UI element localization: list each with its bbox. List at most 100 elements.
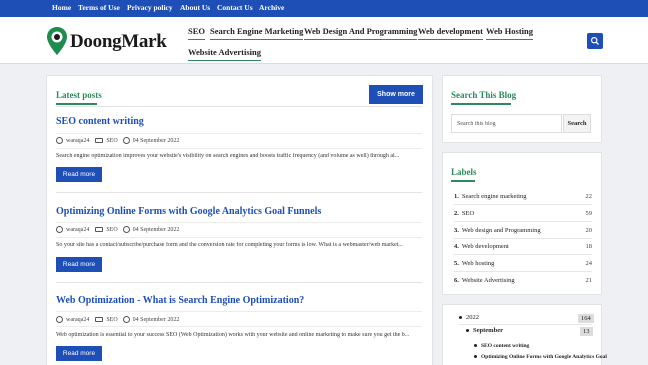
archive-year[interactable]: 2022 [459,314,479,321]
top-nav-contact[interactable]: Contact Us [217,3,253,12]
clock-icon [122,137,130,144]
label-number: 6. [454,277,459,284]
blog-search-input[interactable] [451,114,562,133]
label-divider [454,221,592,222]
post-meta-2: waraqa24 SEO 04 September 2022 [56,226,179,233]
label-number: 1. [454,193,459,200]
label-count: 24 [585,260,593,267]
label-item[interactable]: 6. Website Advertising 21 [454,277,592,284]
post-meta-line [56,133,422,134]
map-pin-icon [47,27,67,55]
label-number: 3. [454,227,459,234]
labels-underline [451,180,475,182]
label-item[interactable]: 5. Web hosting 24 [454,260,592,267]
post-meta-line [56,311,422,312]
top-nav-about[interactable]: About Us [180,3,210,12]
post-divider [56,192,422,193]
archive-month[interactable]: September [466,327,503,334]
label-item[interactable]: 1. Search engine marketing 22 [454,193,592,200]
label-count: 22 [585,193,593,200]
label-item[interactable]: 4. Web development 18 [454,243,592,250]
label-divider [454,238,592,239]
post-date: 04 September 2022 [132,316,180,323]
post-snippet-2: So your site has a contact/subscribe/pur… [56,242,403,248]
post-date: 04 September 2022 [132,137,180,144]
top-nav-bar: Home Terms of Use Privacy policy About U… [0,0,648,17]
label-number: 5. [454,260,459,267]
label-number: 4. [454,243,459,250]
top-nav-home[interactable]: Home [52,3,71,12]
clock-icon [122,226,130,233]
post-title-1[interactable]: SEO content writing [56,116,144,127]
top-nav-archive[interactable]: Archive [259,3,284,12]
post-title-2[interactable]: Optimizing Online Forms with Google Anal… [56,206,321,217]
heading-divider [56,106,422,107]
site-header: DoongMark SEO Search Engine Marketing We… [0,17,648,64]
post-author[interactable]: waraqa24 [66,138,89,144]
show-more-button[interactable]: Show more [369,85,423,104]
clock-icon [122,316,130,323]
archive-year-label[interactable]: 2022 [466,314,479,321]
tag-icon [95,317,104,322]
label-count: 21 [585,277,593,284]
blog-search-button[interactable]: Search [563,114,591,133]
post-author[interactable]: waraqa24 [66,317,89,323]
label-name[interactable]: SEO [462,210,474,217]
bullet-icon [474,344,477,348]
nav-web-development[interactable]: Web development [418,26,483,40]
nav-seo[interactable]: SEO [188,26,206,40]
archive-divider [459,324,592,325]
nav-web-design[interactable]: Web Design And Programming [304,26,418,40]
post-label[interactable]: SEO [106,138,117,144]
post-author[interactable]: waraqa24 [66,227,89,233]
label-divider [454,204,592,205]
user-icon [56,226,63,233]
bullet-icon [459,316,462,320]
post-snippet-1: Search engine optimization improves your… [56,153,400,159]
labels-heading: Labels [451,167,477,177]
post-date: 04 September 2022 [132,226,180,233]
label-name[interactable]: Web hosting [462,260,495,267]
post-snippet-3: Web optimization is essential to your su… [56,332,410,338]
header-search-button[interactable] [587,33,603,49]
label-count: 20 [585,227,593,234]
archive-post-link[interactable]: Optimizing Online Forms with Google Anal… [474,354,607,360]
label-name[interactable]: Web development [462,243,509,250]
label-name[interactable]: Website Advertising [462,277,515,284]
post-label[interactable]: SEO [106,317,117,323]
search-icon [590,36,599,45]
read-more-button-1[interactable]: Read more [56,167,102,182]
latest-posts-heading: Latest posts [56,90,102,100]
archive-month-label[interactable]: September [473,327,503,334]
nav-website-advertising[interactable]: Website Advertising [188,47,261,61]
label-item[interactable]: 2. SEO 59 [454,210,592,217]
post-meta-line [56,326,422,327]
top-nav-privacy[interactable]: Privacy policy [127,3,173,12]
post-title-3[interactable]: Web Optimization - What is Search Engine… [56,295,304,306]
user-icon [56,316,63,323]
archive-post-link[interactable]: SEO content writing [474,343,529,349]
read-more-button-3[interactable]: Read more [56,346,102,361]
archive-post-title[interactable]: Optimizing Online Forms with Google Anal… [481,354,607,360]
user-icon [56,137,63,144]
search-blog-underline [451,103,511,105]
archive-year-count: 164 [578,314,594,323]
tag-icon [95,227,104,232]
read-more-button-2[interactable]: Read more [56,257,102,272]
archive-month-count: 13 [580,327,593,336]
search-blog-heading: Search This Blog [451,90,517,100]
post-meta-3: waraqa24 SEO 04 September 2022 [56,316,179,323]
site-logo[interactable]: DoongMark [70,31,167,53]
label-item[interactable]: 3. Web design and Programming 20 [454,227,592,234]
archive-post-title[interactable]: SEO content writing [481,343,529,349]
post-label[interactable]: SEO [106,227,117,233]
nav-web-hosting[interactable]: Web Hosting [486,26,533,40]
top-nav-terms[interactable]: Terms of Use [78,3,120,12]
label-divider [454,271,592,272]
nav-search-engine-marketing[interactable]: Search Engine Marketing [210,26,304,40]
post-meta-1: waraqa24 SEO 04 September 2022 [56,137,179,144]
label-name[interactable]: Search engine marketing [462,193,527,200]
tag-icon [95,138,104,143]
label-name[interactable]: Web design and Programming [462,227,541,234]
post-meta-line [56,148,422,149]
